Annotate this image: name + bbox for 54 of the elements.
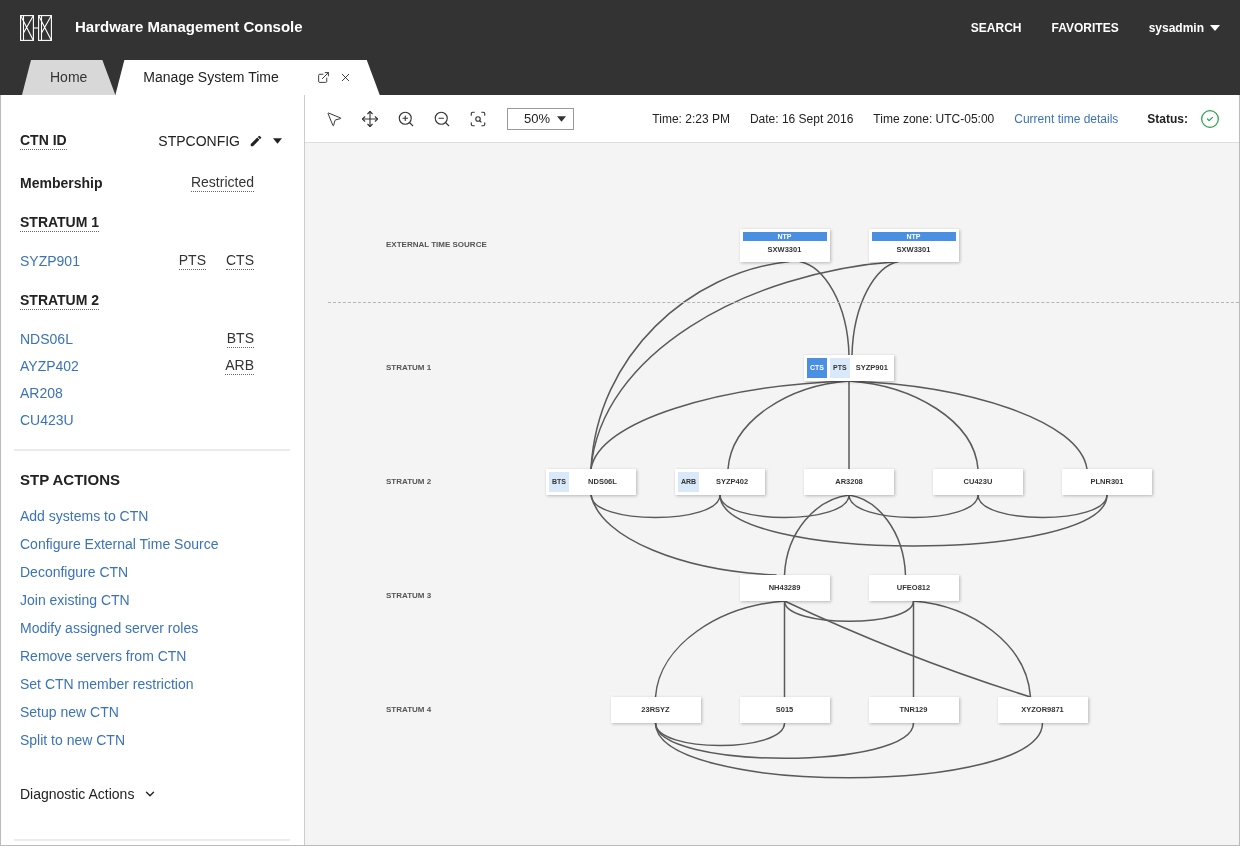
date-text: Date: 16 Sept 2016 xyxy=(749,110,854,128)
zoom-out-icon[interactable] xyxy=(433,109,451,128)
action-link[interactable]: Add systems to CTN xyxy=(20,506,149,526)
stratum-heading: STRATUM 2 xyxy=(20,292,100,310)
diagnostic-actions-toggle[interactable]: Diagnostic Actions xyxy=(20,784,158,804)
action-link[interactable]: Set CTN member restriction xyxy=(20,674,194,694)
move-icon[interactable] xyxy=(361,109,379,128)
zoom-in-icon[interactable] xyxy=(397,109,415,128)
stratum-label: STRATUM 2 xyxy=(386,476,432,488)
action-link[interactable]: Modify assigned server roles xyxy=(20,618,199,638)
action-link[interactable]: Configure External Time Source xyxy=(20,534,219,554)
status-label: Status: xyxy=(1147,110,1188,128)
caret-icon[interactable] xyxy=(273,138,282,144)
action-link[interactable]: Remove servers from CTN xyxy=(20,646,187,666)
role-label: PTS xyxy=(178,252,206,270)
field-label: Membership xyxy=(20,173,103,193)
role-label: CTS xyxy=(226,252,254,270)
stratum-label: STRATUM 3 xyxy=(386,590,432,602)
logo-icon xyxy=(20,14,52,41)
system-link[interactable]: AYZP402 xyxy=(20,355,79,377)
zoom-to-fit-icon[interactable] xyxy=(469,109,487,128)
ctn-id-value: STPCONFIG xyxy=(158,131,240,151)
system-link[interactable]: NDS06L xyxy=(20,328,73,350)
nav-link[interactable]: FAVORITES xyxy=(1051,18,1119,37)
field-label: CTN ID xyxy=(20,132,67,150)
system-link[interactable]: CU423U xyxy=(20,409,74,431)
zoom-select[interactable]: 50% xyxy=(507,107,574,130)
system-link[interactable]: AR208 xyxy=(20,382,63,404)
time-details-link[interactable]: Current time details xyxy=(1014,109,1119,128)
time-text: Time: 2:23 PM xyxy=(652,110,730,128)
caret-icon xyxy=(1210,24,1220,31)
caret-icon xyxy=(557,115,566,122)
stratum-label: EXTERNAL TIME SOURCE xyxy=(386,239,487,251)
user-menu[interactable]: sysadmin xyxy=(1148,18,1220,37)
action-link[interactable]: Setup new CTN xyxy=(20,702,119,722)
external-link-icon[interactable] xyxy=(316,71,330,84)
pointer-icon[interactable] xyxy=(325,109,343,128)
tab[interactable]: Manage System Time xyxy=(115,60,380,95)
role-label: BTS xyxy=(226,330,254,348)
section-heading: STP ACTIONS xyxy=(20,469,120,490)
membership-value: Restricted xyxy=(190,174,254,192)
action-link[interactable]: Join existing CTN xyxy=(20,590,130,610)
system-link[interactable]: SYZP901 xyxy=(20,250,80,272)
stratum-heading: STRATUM 1 xyxy=(20,214,100,232)
action-link[interactable]: Deconfigure CTN xyxy=(20,562,129,582)
stratum-label: STRATUM 1 xyxy=(386,362,432,374)
stratum-label: STRATUM 4 xyxy=(386,704,432,716)
time-zone-text: Time zone: UTC-05:00 xyxy=(873,110,995,128)
role-label: ARB xyxy=(225,357,254,375)
tab[interactable]: Home xyxy=(22,60,116,95)
action-link[interactable]: Split to new CTN xyxy=(20,730,126,750)
app-title: Hardware Management Console xyxy=(75,17,303,38)
nav-link[interactable]: SEARCH xyxy=(970,18,1022,37)
pencil-icon[interactable] xyxy=(249,134,263,148)
